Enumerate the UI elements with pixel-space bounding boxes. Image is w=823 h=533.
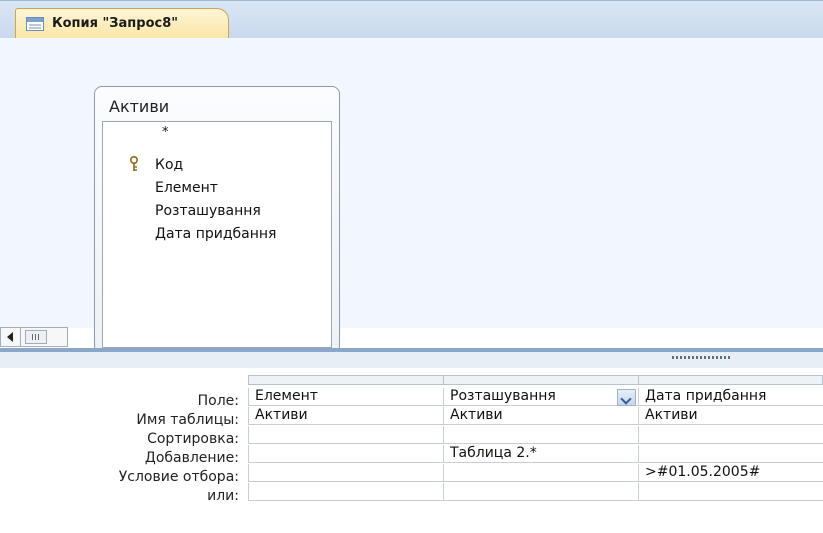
row-label-or: или:	[207, 488, 239, 504]
cell-field-3[interactable]: Дата придбання	[639, 388, 823, 406]
cell-criteria-3[interactable]: >#01.05.2005#	[639, 464, 823, 482]
cell-table-1[interactable]: Активи	[248, 407, 444, 425]
cell-table-2[interactable]: Активи	[444, 407, 639, 425]
tab-label: Копия "Запрос8"	[52, 16, 179, 31]
cell-field-2[interactable]: Розташування	[444, 388, 639, 406]
scroll-left-icon[interactable]	[1, 328, 21, 346]
column-selector-2[interactable]	[443, 375, 639, 385]
cell-sort-3[interactable]	[639, 426, 823, 444]
cell-append-2[interactable]: Таблица 2.*	[444, 445, 639, 463]
column-selector-1[interactable]	[248, 375, 444, 385]
row-label-criteria: Условие отбора:	[118, 469, 239, 485]
cell-sort-2[interactable]	[444, 426, 639, 444]
field-kod[interactable]: Код	[155, 157, 183, 173]
cell-append-1[interactable]	[248, 445, 444, 463]
cell-field-1[interactable]: Елемент	[248, 388, 444, 406]
field-all[interactable]: *	[162, 125, 169, 140]
cell-criteria-1[interactable]	[248, 464, 444, 482]
table-title: Активи	[109, 97, 170, 116]
cell-or-3[interactable]	[639, 483, 823, 501]
document-tab-strip: Копия "Запрос8"	[0, 0, 823, 39]
cell-or-1[interactable]	[248, 483, 444, 501]
cell-criteria-2[interactable]	[444, 464, 639, 482]
field-roztashuvannia[interactable]: Розташування	[155, 203, 261, 219]
row-label-table: Имя таблицы:	[136, 412, 239, 428]
query-design-grid: Поле: Имя таблицы: Сортировка: Добавлени…	[0, 368, 823, 533]
field-element[interactable]: Елемент	[155, 180, 218, 196]
row-label-append: Добавление:	[144, 450, 239, 466]
table-field-list-aktyvy[interactable]: Активи * Код Елемент Розташування Дата п…	[94, 86, 340, 354]
horizontal-scrollbar[interactable]	[0, 327, 68, 347]
row-label-field: Поле:	[197, 393, 239, 409]
scroll-thumb[interactable]	[25, 330, 47, 344]
chevron-down-icon[interactable]	[617, 389, 636, 406]
field-data-prydbannia[interactable]: Дата придбання	[155, 226, 276, 242]
splitter-grip-icon[interactable]	[672, 356, 730, 359]
primary-key-icon	[130, 156, 138, 171]
query-design-surface: Активи * Код Елемент Розташування Дата п…	[0, 38, 823, 354]
cell-table-3[interactable]: Активи	[639, 407, 823, 425]
cell-or-2[interactable]	[444, 483, 639, 501]
row-label-sort: Сортировка:	[147, 431, 239, 447]
query-icon	[26, 17, 44, 31]
column-selector-3[interactable]	[638, 375, 823, 385]
pane-splitter[interactable]	[0, 348, 823, 368]
tab-query-copy[interactable]: Копия "Запрос8"	[15, 8, 229, 39]
field-list[interactable]: * Код Елемент Розташування Дата придбанн…	[102, 121, 332, 348]
cell-append-3[interactable]	[639, 445, 823, 463]
cell-sort-1[interactable]	[248, 426, 444, 444]
